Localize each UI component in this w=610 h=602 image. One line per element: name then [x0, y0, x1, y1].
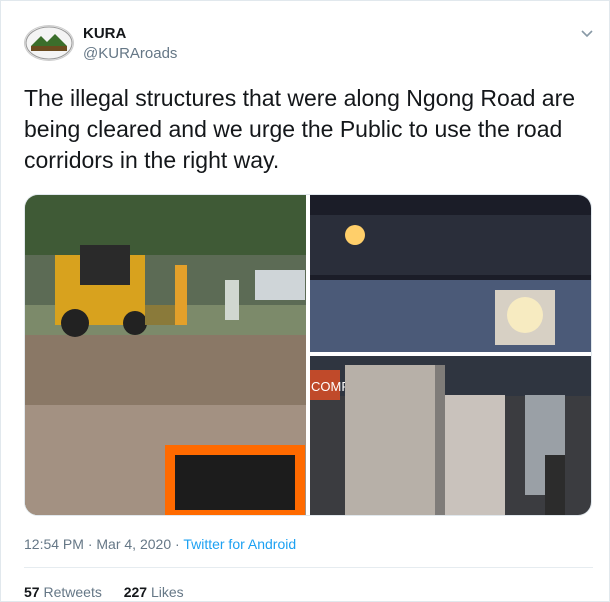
tweet-date[interactable]: Mar 4, 2020 — [96, 536, 171, 552]
tweet-time[interactable]: 12:54 PM — [24, 536, 84, 552]
shop-sign-text: COMP — [311, 379, 350, 394]
media-photo-night-cutting[interactable] — [310, 195, 591, 352]
kura-logo-icon[interactable] — [24, 25, 74, 61]
retweets-label: Retweets — [43, 584, 102, 600]
tweet-card: KURA @KURAroads The illegal structures t… — [0, 0, 610, 602]
divider — [24, 567, 593, 568]
media-photo-shopfront[interactable]: COMP — [310, 356, 591, 515]
retweets-stat[interactable]: 57 Retweets — [24, 584, 106, 600]
tweet-meta: 12:54 PM · Mar 4, 2020 · Twitter for And… — [24, 536, 296, 552]
tweet-source[interactable]: Twitter for Android — [183, 536, 296, 552]
author-name[interactable]: KURA — [83, 25, 126, 42]
media-photo-excavator[interactable] — [25, 195, 306, 515]
tweet-text: The illegal structures that were along N… — [24, 85, 576, 173]
tweet-media-grid[interactable]: COMP — [24, 194, 592, 516]
chevron-down-icon[interactable] — [579, 25, 595, 41]
likes-count: 227 — [123, 584, 148, 600]
author-handle[interactable]: @KURAroads — [83, 45, 177, 62]
likes-label: Likes — [150, 584, 184, 600]
retweets-count: 57 — [24, 584, 40, 600]
tweet-stats: 57 Retweets 227 Likes — [24, 584, 202, 600]
likes-stat[interactable]: 227 Likes — [124, 584, 184, 600]
